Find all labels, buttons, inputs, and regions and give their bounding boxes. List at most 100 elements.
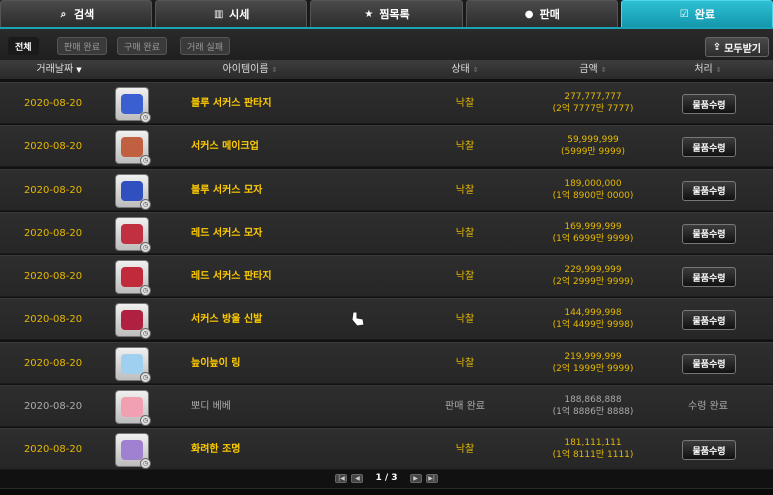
trade-amount: 181,111,111 (1억 8111만 1111) bbox=[530, 437, 656, 461]
item-thumbnail[interactable]: ◷ bbox=[115, 433, 151, 470]
item-thumbnail[interactable]: ◷ bbox=[115, 260, 151, 297]
check-box-icon: ☑ bbox=[679, 8, 689, 20]
trade-amount: 277,777,777 (2억 7777만 7777) bbox=[530, 91, 656, 115]
tab-complete[interactable]: ☑ 완료 bbox=[620, 0, 773, 27]
coin-icon: ● bbox=[524, 8, 534, 20]
filter-trade-failed-button[interactable]: 거래 실패 bbox=[180, 37, 230, 55]
tab-sell[interactable]: ● 판매 bbox=[465, 0, 618, 27]
trade-status: 판매 완료 bbox=[445, 401, 485, 413]
makeup-scroll-icon bbox=[121, 137, 143, 158]
trade-amount: 189,000,000 (1억 8900만 0000) bbox=[530, 178, 656, 202]
claim-item-button[interactable]: 물품수령 bbox=[682, 137, 736, 158]
trade-amount: 59,999,999 (5999만 9999) bbox=[530, 134, 656, 158]
trade-date: 2020-08-20 bbox=[23, 444, 83, 456]
column-action-label: 처리 bbox=[694, 64, 713, 75]
filter-all-button[interactable]: 전체 bbox=[8, 37, 39, 55]
item-thumbnail[interactable]: ◷ bbox=[115, 346, 151, 383]
claim-item-button[interactable]: 물품수령 bbox=[682, 440, 736, 461]
item-info-icon: ◷ bbox=[140, 328, 151, 340]
item-info-icon: ◷ bbox=[140, 198, 151, 210]
filter-sale-done-button[interactable]: 판매 완료 bbox=[57, 37, 107, 55]
sort-icon: ⇕ bbox=[600, 66, 607, 74]
claim-item-button[interactable]: 물품수령 bbox=[682, 310, 736, 331]
sort-icon: ⇕ bbox=[472, 66, 479, 74]
filter-buy-done-button[interactable]: 구매 완료 bbox=[117, 37, 167, 55]
item-name: 블루 서커스 판타지 bbox=[191, 98, 272, 109]
amount-value: 219,999,999 bbox=[564, 351, 622, 362]
column-amount-label: 금액 bbox=[579, 64, 598, 75]
filter-bar: 전체 판매 완료 구매 완료 거래 실패 ⇪ 모두받기 bbox=[0, 27, 773, 60]
trade-amount: 219,999,999 (2억 1999만 9999) bbox=[530, 351, 656, 375]
item-thumbnail[interactable]: ◷ bbox=[115, 173, 151, 210]
table-row: 2020-08-20 ◷ 레드 서커스 모자 낙찰 169,999,999 (1억 699… bbox=[0, 211, 773, 254]
pet-doll-icon bbox=[121, 397, 143, 418]
item-info-icon: ◷ bbox=[140, 112, 151, 123]
tab-wishlist[interactable]: ★ 찜목록 bbox=[310, 0, 463, 27]
item-thumbnail[interactable]: ◷ bbox=[115, 216, 151, 253]
column-action[interactable]: 처리 ⇕ bbox=[668, 60, 748, 80]
amount-korean: (1억 8111만 1111) bbox=[552, 450, 634, 461]
column-status[interactable]: 상태 ⇕ bbox=[420, 60, 510, 80]
bar-chart-icon: ▥ bbox=[213, 8, 224, 20]
blue-circus-outfit-icon bbox=[121, 94, 143, 114]
receive-all-button[interactable]: ⇪ 모두받기 bbox=[704, 37, 769, 57]
trade-status: 낙찰 bbox=[455, 184, 475, 196]
trade-amount: 169,999,999 (1억 6999만 9999) bbox=[530, 221, 656, 245]
trade-status: 낙찰 bbox=[455, 357, 475, 369]
table-row: 2020-08-20 ◷ 서커스 방울 신발 낙찰 144,999,998 (1억 449… bbox=[0, 298, 773, 341]
amount-korean: (1억 6999만 9999) bbox=[552, 233, 634, 244]
tab-bar: ⌕ 검색 ▥ 시세 ★ 찜목록 ● 판매 ☑ 완료 bbox=[0, 0, 773, 27]
item-thumbnail[interactable]: ◷ bbox=[115, 130, 151, 167]
table-header: 거래날짜 ▼ 아이템이름 ⇕ 상태 ⇕ 금액 ⇕ 처리 ⇕ bbox=[0, 60, 773, 80]
tab-price[interactable]: ▥ 시세 bbox=[155, 0, 308, 27]
amount-value: 188,868,888 bbox=[564, 395, 622, 406]
column-date-label: 거래날짜 bbox=[36, 64, 74, 75]
prev-page-button[interactable]: ◀ bbox=[351, 473, 364, 483]
table-row: 2020-08-20 ◷ 레드 서커스 판타지 낙찰 229,999,999 (2억 29… bbox=[0, 255, 773, 298]
next-page-button[interactable]: ▶ bbox=[409, 473, 422, 483]
item-thumbnail[interactable]: ◷ bbox=[115, 303, 151, 340]
column-date[interactable]: 거래날짜 ▼ bbox=[14, 60, 104, 80]
amount-korean: (2억 7777만 7777) bbox=[552, 104, 634, 114]
item-thumbnail[interactable]: ◷ bbox=[115, 87, 151, 123]
claim-item-button[interactable]: 물품수령 bbox=[682, 94, 736, 114]
amount-value: 189,000,000 bbox=[564, 178, 622, 189]
page-indicator: 1 / 3 bbox=[375, 473, 398, 483]
trade-date: 2020-08-20 bbox=[23, 314, 83, 326]
column-item[interactable]: 아이템이름 ⇕ bbox=[175, 60, 325, 80]
trade-date: 2020-08-20 bbox=[23, 401, 83, 413]
trade-date: 2020-08-20 bbox=[23, 141, 83, 153]
trade-date: 2020-08-20 bbox=[23, 271, 83, 283]
claim-item-button[interactable]: 물품수령 bbox=[682, 267, 736, 288]
red-circus-hat-icon bbox=[121, 223, 143, 244]
trade-status: 낙찰 bbox=[455, 444, 475, 456]
tab-label: 완료 bbox=[694, 8, 716, 21]
column-amount[interactable]: 금액 ⇕ bbox=[530, 60, 656, 80]
first-page-button[interactable]: |◀ bbox=[335, 473, 348, 483]
amount-korean: (2억 2999만 9999) bbox=[552, 277, 634, 288]
amount-value: 169,999,999 bbox=[564, 221, 622, 232]
amount-korean: (1억 4499만 9998) bbox=[552, 320, 634, 331]
amount-korean: (1억 8900만 0000) bbox=[552, 190, 634, 201]
receive-all-label: 모두받기 bbox=[724, 43, 761, 55]
claim-item-button[interactable]: 물품수령 bbox=[682, 353, 736, 374]
item-name: 서커스 방울 신발 bbox=[191, 314, 263, 326]
result-list: 2020-08-20 ◷ 블루 서커스 판타지낙찰 277,777,777 (2억 77… bbox=[0, 82, 773, 472]
amount-value: 144,999,998 bbox=[564, 308, 622, 319]
last-page-button[interactable]: ▶| bbox=[425, 473, 438, 483]
amount-korean: (5999만 9999) bbox=[561, 147, 625, 158]
item-name: 블루 서커스 모자 bbox=[191, 184, 263, 196]
item-info-icon: ◷ bbox=[140, 415, 151, 427]
tab-search[interactable]: ⌕ 검색 bbox=[0, 0, 153, 27]
item-name: 화려한 조명 bbox=[191, 444, 241, 456]
sort-desc-icon: ▼ bbox=[76, 66, 82, 74]
hand-cursor-icon bbox=[351, 311, 365, 327]
item-name: 레드 서커스 판타지 bbox=[191, 271, 272, 283]
bottom-divider bbox=[0, 488, 773, 495]
item-thumbnail[interactable]: ◷ bbox=[115, 390, 151, 427]
claim-item-button[interactable]: 물품수령 bbox=[682, 180, 736, 201]
claim-item-button[interactable]: 물품수령 bbox=[682, 223, 736, 244]
circus-shoes-icon bbox=[121, 310, 143, 331]
trade-status: 낙찰 bbox=[455, 314, 475, 326]
trade-status: 낙찰 bbox=[455, 271, 475, 283]
